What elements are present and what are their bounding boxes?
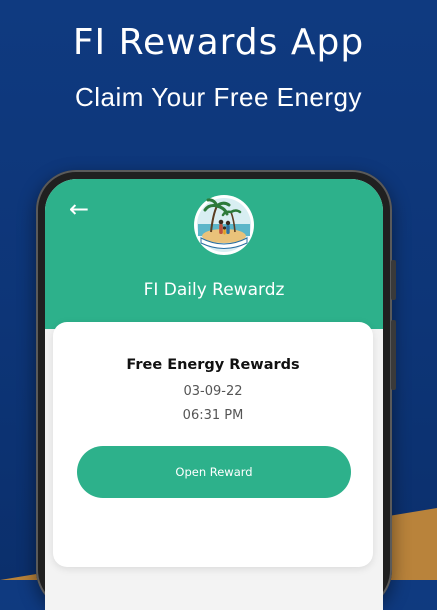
app-header: ← FI Daily Rewardz: [45, 179, 383, 329]
phone-side-button: [391, 260, 396, 300]
phone-volume-button: [391, 320, 396, 390]
reward-date: 03-09-22: [183, 384, 243, 399]
reward-card: Free Energy Rewards 03-09-22 06:31 PM Op…: [53, 322, 373, 567]
reward-card-title: Free Energy Rewards: [126, 357, 300, 373]
promo-headline: FI Rewards App: [72, 22, 365, 63]
back-arrow-icon[interactable]: ←: [69, 197, 89, 221]
phone-screen: ← FI Daily Rewardz Free Energy Rewards 0…: [45, 179, 383, 610]
app-title: FI Daily Rewardz: [143, 280, 285, 300]
reward-time: 06:31 PM: [182, 408, 244, 423]
promo-subheadline: Claim Your Free Energy: [74, 82, 363, 112]
open-reward-button[interactable]: Open Reward: [77, 446, 351, 498]
island-logo-icon: [194, 195, 254, 255]
phone-frame: ← FI Daily Rewardz Free Energy Rewards 0…: [36, 170, 396, 610]
